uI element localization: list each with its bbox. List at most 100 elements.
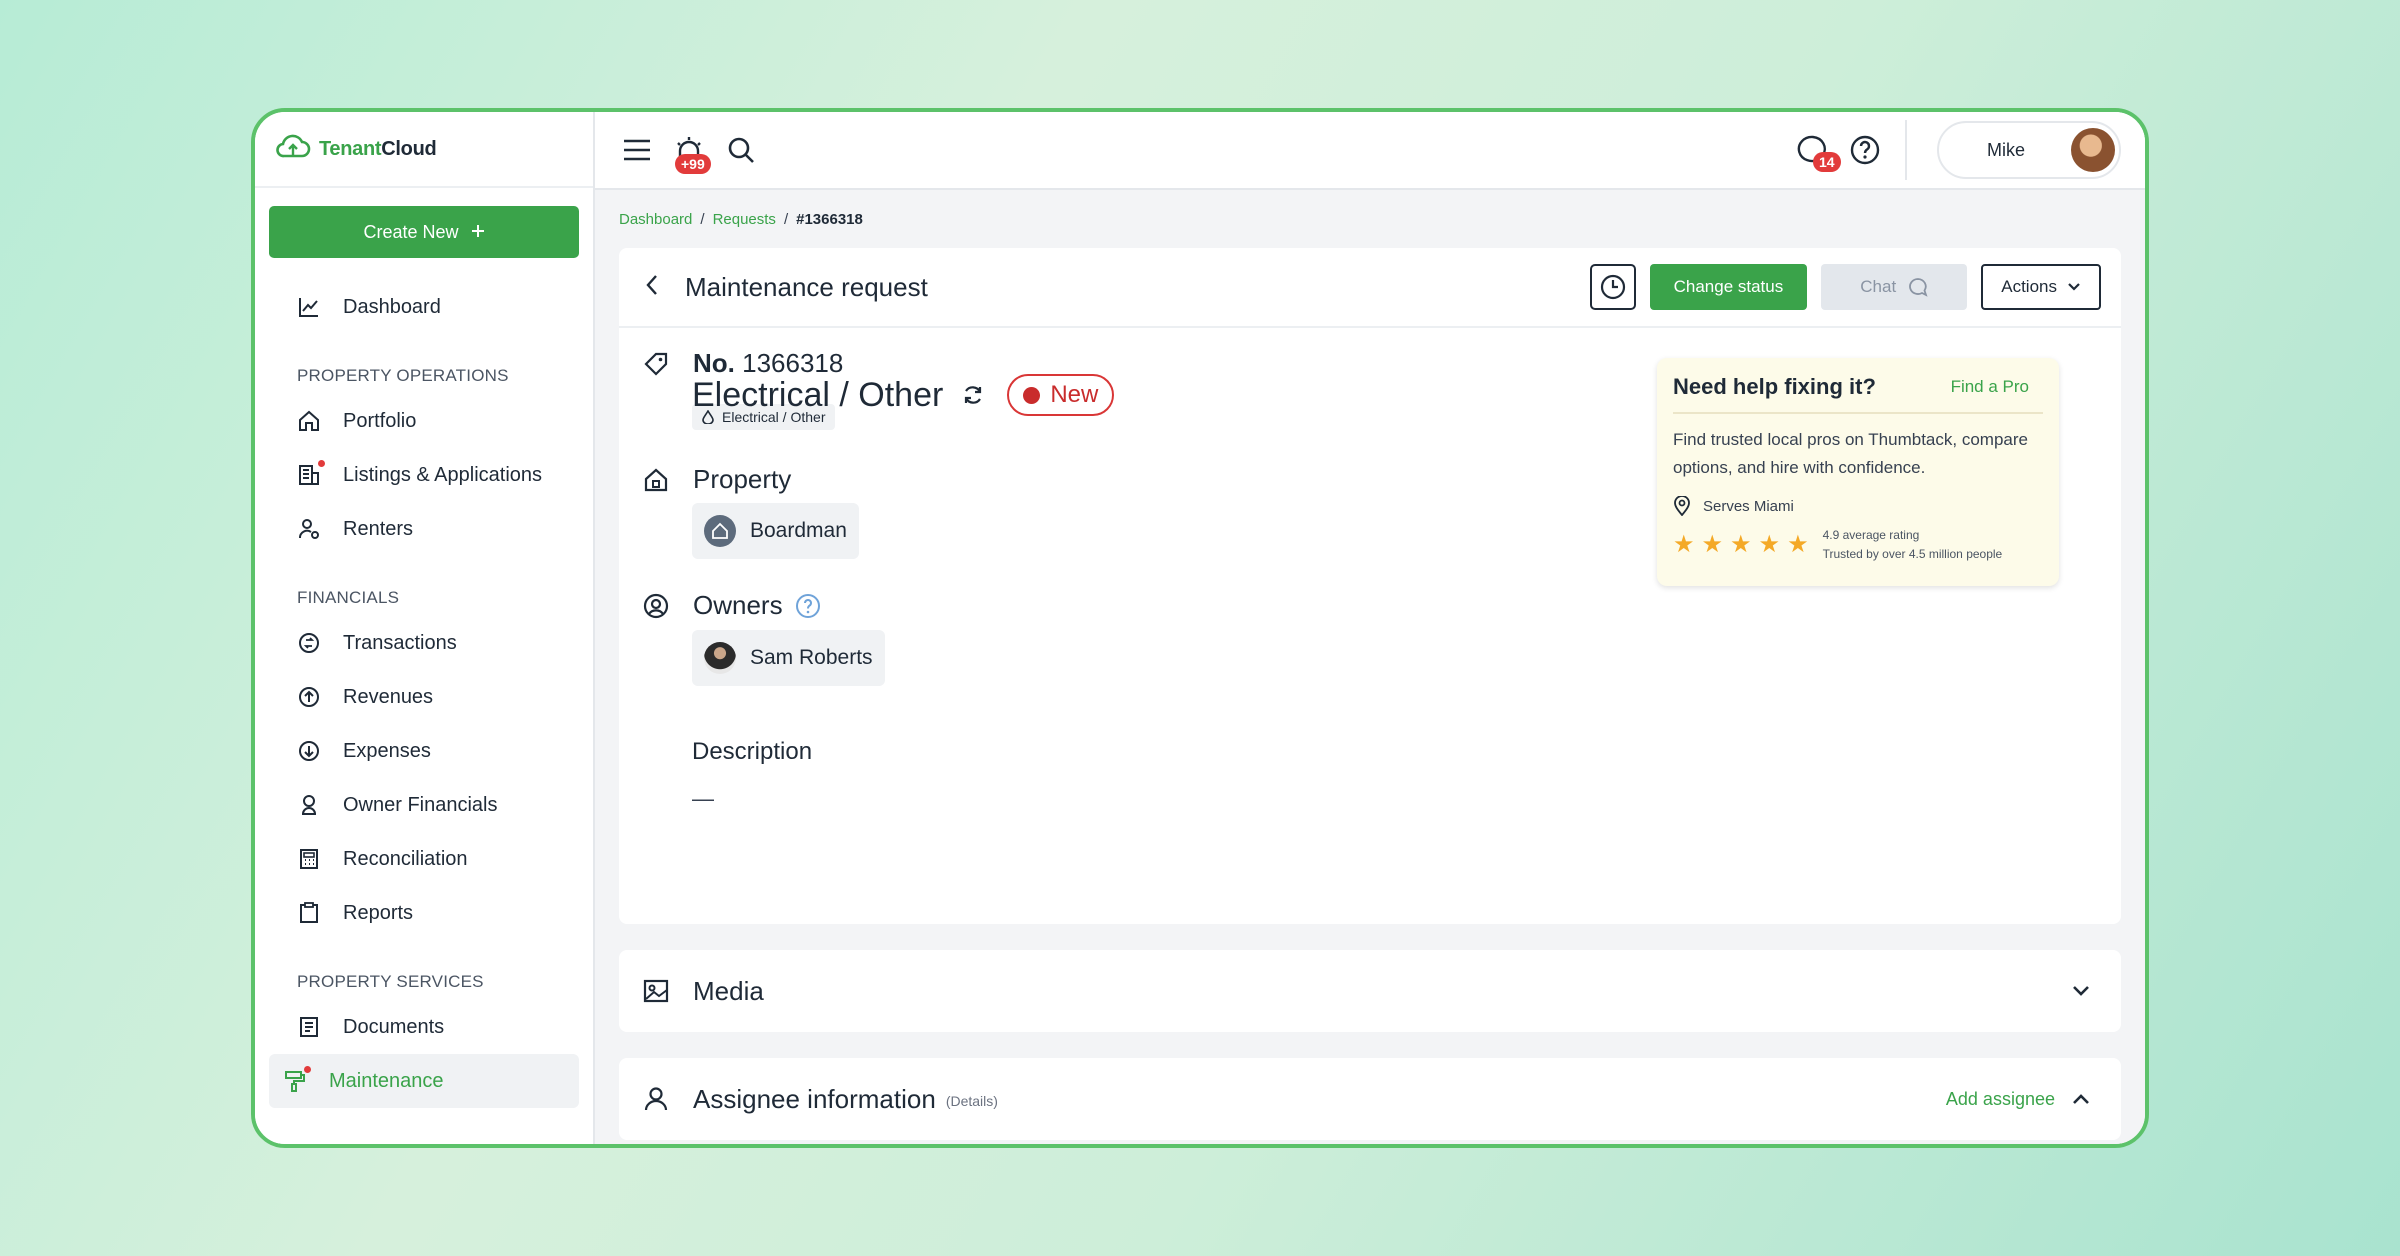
owners-help-button[interactable]: [795, 593, 821, 619]
app-window: TenantCloud Create New Dashboard PROPERT…: [251, 108, 2149, 1148]
assignee-details-link[interactable]: (Details): [946, 1093, 998, 1109]
sidebar-item-transactions[interactable]: Transactions: [269, 616, 579, 670]
rating-text: 4.9 average rating Trusted by over 4.5 m…: [1823, 526, 2003, 564]
find-pro-rating: ★ ★ ★ ★ ★ 4.9 average rating Trusted by over…: [1673, 526, 2043, 564]
sidebar-item-label: Owner Financials: [343, 793, 498, 816]
property-row: Property: [643, 464, 791, 495]
sidebar: TenantCloud Create New Dashboard PROPERT…: [255, 112, 595, 1144]
person-key-icon: [297, 517, 321, 541]
breadcrumb: Dashboard / Requests / #1366318: [619, 190, 2121, 248]
property-chip[interactable]: Boardman: [692, 503, 859, 559]
sidebar-item-dashboard[interactable]: Dashboard: [269, 280, 579, 334]
sidebar-item-revenues[interactable]: Revenues: [269, 670, 579, 724]
sidebar-item-maintenance[interactable]: Maintenance: [269, 1054, 579, 1108]
person-icon: [644, 1087, 668, 1111]
category-title: Electrical / Other: [692, 375, 944, 414]
sidebar-item-renters[interactable]: Renters: [269, 502, 579, 556]
breadcrumb-dashboard[interactable]: Dashboard: [619, 211, 692, 228]
find-pro-description: Find trusted local pros on Thumbtack, co…: [1673, 430, 2028, 477]
sidebar-item-portfolio[interactable]: Portfolio: [269, 394, 579, 448]
star-icon: ★: [1758, 531, 1781, 558]
sidebar-item-label: Revenues: [343, 685, 434, 708]
chat-button[interactable]: Chat: [1821, 264, 1968, 310]
sidebar-item-owner-financials[interactable]: Owner Financials: [269, 778, 579, 832]
menu-button[interactable]: [619, 132, 655, 168]
search-button[interactable]: [723, 132, 759, 168]
question-icon: [795, 593, 820, 618]
change-status-button[interactable]: Change status: [1649, 264, 1808, 310]
breadcrumb-separator: /: [783, 210, 789, 228]
tag-icon: [644, 352, 668, 376]
logo[interactable]: TenantCloud: [255, 112, 593, 188]
document-icon: [297, 1015, 321, 1039]
chevron-left-icon: [646, 274, 657, 295]
history-button[interactable]: [1589, 264, 1636, 310]
topbar-right: 14 Mike: [1795, 120, 2121, 180]
alerts-badge: +99: [675, 154, 711, 174]
arrow-up-circle-icon: [297, 685, 321, 709]
section-property-services: PROPERTY SERVICES: [297, 972, 484, 991]
sidebar-item-label: Reports: [343, 901, 414, 924]
sidebar-item-label: Expenses: [343, 739, 431, 762]
add-assignee-button[interactable]: Add assignee: [1946, 1089, 2091, 1110]
request-category-title: Electrical / Other New: [692, 374, 1115, 416]
rating-line-2: Trusted by over 4.5 million people: [1822, 547, 2003, 561]
find-pro-link[interactable]: Find a Pro: [1951, 377, 2029, 397]
messages-button[interactable]: 14: [1795, 132, 1841, 172]
sidebar-item-documents[interactable]: Documents: [269, 1000, 579, 1054]
sidebar-item-label: Listings & Applications: [343, 463, 543, 486]
building-icon: [297, 460, 325, 487]
description-value: —: [692, 786, 714, 811]
sidebar-item-reports[interactable]: Reports: [269, 886, 579, 940]
media-label: Media: [693, 975, 764, 1006]
owner-chip[interactable]: Sam Roberts: [692, 630, 885, 686]
sidebar-item-listings[interactable]: Listings & Applications: [269, 448, 579, 502]
notification-dot: [304, 1066, 311, 1073]
user-name: Mike: [1987, 139, 2026, 160]
chart-line-icon: [297, 295, 321, 319]
sidebar-item-label: Documents: [343, 1015, 445, 1038]
request-card: Maintenance request Change status Chat A…: [619, 248, 2121, 924]
refresh-button[interactable]: [961, 383, 985, 407]
create-new-button[interactable]: Create New: [269, 206, 579, 258]
media-card[interactable]: Media: [619, 950, 2121, 1032]
user-menu[interactable]: Mike: [1937, 121, 2121, 179]
owner-icon: [297, 793, 321, 817]
chat-icon: [1909, 278, 1928, 297]
sidebar-item-expenses[interactable]: Expenses: [269, 724, 579, 778]
rating-stars: ★ ★ ★ ★ ★: [1673, 533, 1809, 557]
create-new-label: Create New: [363, 221, 459, 242]
chat-label: Chat: [1860, 277, 1897, 296]
actions-dropdown[interactable]: Actions: [1981, 264, 2101, 310]
assignee-label: Assignee information: [693, 1083, 936, 1114]
sidebar-item-label: Dashboard: [343, 295, 441, 318]
header-actions: Change status Chat Actions: [1589, 264, 2101, 310]
sidebar-item-label: Reconciliation: [343, 847, 468, 870]
find-pro-location: Serves Miami: [1673, 496, 2043, 516]
transactions-icon: [297, 631, 321, 655]
section-property-operations: PROPERTY OPERATIONS: [297, 366, 509, 385]
sidebar-item-label: Renters: [343, 517, 414, 540]
content: Dashboard / Requests / #1366318 Maintena…: [595, 190, 2145, 1140]
alerts-button[interactable]: +99: [671, 132, 711, 174]
actions-label: Actions: [2001, 277, 2057, 296]
topbar-divider: [1905, 120, 1907, 180]
refresh-icon: [965, 386, 982, 404]
sidebar-item-label: Portfolio: [343, 409, 417, 432]
main-area: +99 14 Mike Dashboard / Requests / #1366…: [595, 112, 2145, 1144]
add-assignee-label: Add assignee: [1945, 1088, 2055, 1109]
back-button[interactable]: [645, 274, 659, 301]
star-icon: ★: [1673, 531, 1695, 558]
clock-icon: [1600, 274, 1625, 300]
sidebar-item-reconciliation[interactable]: Reconciliation: [269, 832, 579, 886]
breadcrumb-requests[interactable]: Requests: [713, 211, 776, 228]
paint-roller-icon: [283, 1066, 311, 1093]
help-button[interactable]: [1847, 132, 1883, 168]
media-expand-toggle[interactable]: [2071, 984, 2091, 998]
clipboard-icon: [297, 901, 321, 925]
user-circle-icon: [643, 593, 669, 618]
image-icon: [643, 979, 669, 1003]
house-icon: [644, 468, 668, 491]
plus-icon: [471, 222, 485, 243]
avatar: [2071, 128, 2115, 172]
